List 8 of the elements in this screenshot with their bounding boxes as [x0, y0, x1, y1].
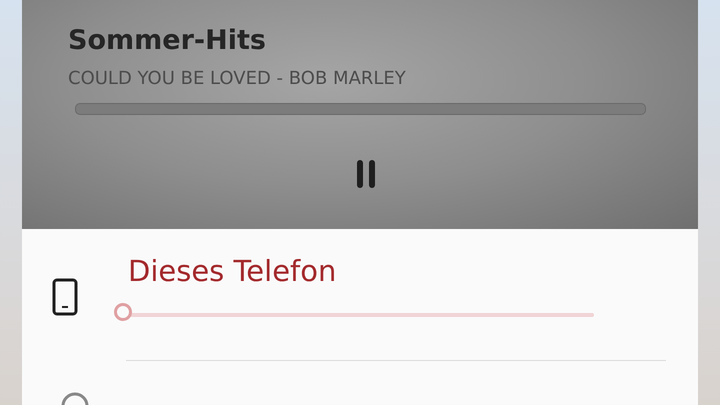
radio-icon [60, 392, 90, 405]
device-name[interactable]: Dieses Telefon [128, 253, 666, 289]
progress-track[interactable] [75, 103, 646, 115]
phone-icon [52, 278, 78, 316]
playlist-title: Sommer-Hits [68, 24, 267, 58]
pause-icon [355, 159, 377, 189]
volume-thumb[interactable] [114, 303, 132, 321]
track-title: COULD YOU BE LOVED - BOB MARLEY [68, 68, 407, 90]
